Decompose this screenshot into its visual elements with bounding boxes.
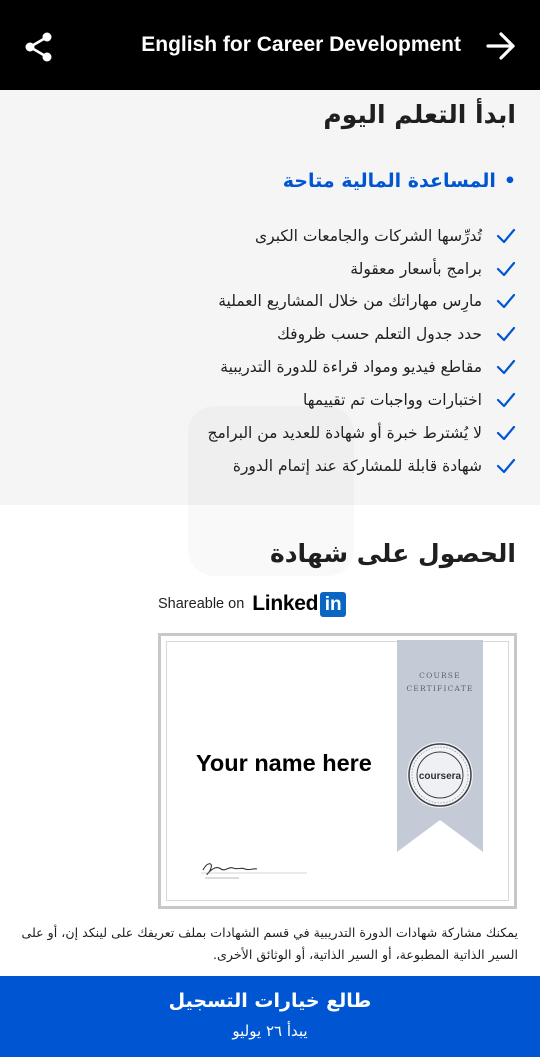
feature-item: شهادة قابلة للمشاركة عند إتمام الدورة [156,454,516,478]
feature-text: مقاطع فيديو ومواد قراءة للدورة التدريبية [220,358,482,376]
check-icon [496,326,516,342]
feature-text: لا يُشترط خبرة أو شهادة للعديد من البرام… [207,424,482,442]
certificate-heading: الحصول على شهادة [269,539,516,568]
seal-coursera-text: coursera [419,771,462,782]
certificate-description: يمكنك مشاركة شهادات الدورة التدريبية في … [21,925,519,962]
financial-aid-label: المساعدة المالية متاحة [282,170,496,192]
feature-text: حدد جدول التعلم حسب ظروفك [277,325,482,343]
check-icon [496,425,516,441]
shareable-label: Shareable on [158,596,245,612]
feature-text: تُدرِّسها الشركات والجامعات الكبرى [255,227,482,245]
ribbon-course-text: COURSE [419,671,461,680]
feature-item: لا يُشترط خبرة أو شهادة للعديد من البرام… [156,421,516,445]
ribbon-certificate-text: CERTIFICATE [406,684,473,693]
check-icon [496,359,516,375]
arrow-right-icon[interactable] [484,30,518,62]
feature-text: مارِس مهاراتك من خلال المشاريع العملية [218,292,482,310]
check-icon [496,293,516,309]
check-icon [496,458,516,474]
feature-item: مارِس مهاراتك من خلال المشاريع العملية [156,289,516,313]
start-learning-heading: ابدأ التعلم اليوم [323,100,516,129]
feature-text: برامج بأسعار معقولة [350,260,482,278]
shareable-on-linkedin: Shareable on Linked in [158,590,347,618]
feature-item: برامج بأسعار معقولة [156,257,516,281]
course-title: English for Career Development [141,33,461,56]
top-app-bar: English for Career Development [0,0,540,90]
linkedin-logo-icon: in [320,591,347,617]
linkedin-logo-text: Linked [252,592,319,615]
share-icon[interactable] [22,30,56,64]
financial-aid-link[interactable]: • المساعدة المالية متاحة [283,170,516,192]
signature-image [201,863,307,879]
check-icon [496,261,516,277]
feature-item: تُدرِّسها الشركات والجامعات الكبرى [156,224,516,248]
feature-item: مقاطع فيديو ومواد قراءة للدورة التدريبية [156,355,516,379]
enrollment-options-label: طالع خيارات التسجيل [168,990,372,1012]
feature-text: شهادة قابلة للمشاركة عند إتمام الدورة [232,457,482,475]
check-icon [496,392,516,408]
enrollment-options-button[interactable]: طالع خيارات التسجيل يبدأ ٢٦ يوليو [0,976,540,1057]
feature-item: اختبارات وواجبات تم تقييمها [156,388,516,412]
feature-item: حدد جدول التعلم حسب ظروفك [156,322,516,346]
bullet-dot: • [503,170,516,192]
feature-text: اختبارات وواجبات تم تقييمها [303,391,482,409]
certificate-name-placeholder: Your name here [196,750,372,776]
start-date-label: يبدأ ٢٦ يوليو [232,1022,308,1040]
check-icon [496,228,516,244]
certificate-ribbon: COURSE CERTIFICATE coursera [397,640,483,852]
certificate-preview: COURSE CERTIFICATE coursera Your name he… [158,633,517,909]
